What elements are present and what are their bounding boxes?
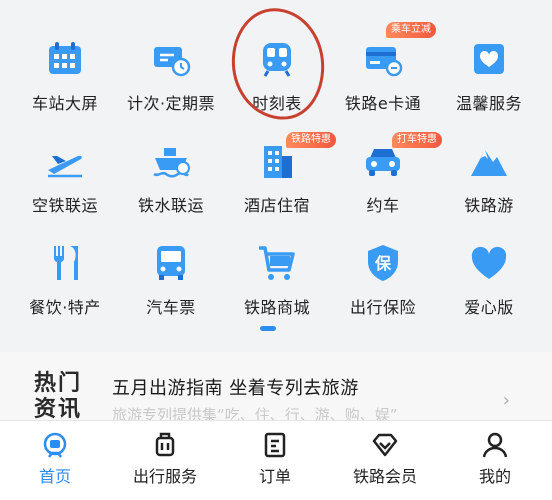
service-bus-ticket[interactable]: 汽车票 bbox=[116, 214, 226, 317]
promo-badge: 乘车立减 bbox=[386, 22, 436, 38]
service-label: 铁水联运 bbox=[137, 196, 204, 215]
tab-label: 首页 bbox=[38, 467, 71, 486]
tab-label: 出行服务 bbox=[132, 467, 197, 486]
service-rail-water[interactable]: 铁水联运 bbox=[116, 112, 226, 215]
tab-home[interactable]: 首页 bbox=[0, 421, 110, 500]
service-food[interactable]: 餐饮·特产 bbox=[10, 214, 120, 317]
service-label: 计次·定期票 bbox=[126, 94, 216, 113]
hotel-icon bbox=[256, 140, 298, 182]
service-label: 餐饮·特产 bbox=[29, 298, 101, 317]
service-label: 汽车票 bbox=[146, 298, 196, 317]
tab-mine[interactable]: 我的 bbox=[440, 421, 550, 500]
service-care[interactable]: 爱心版 bbox=[434, 214, 544, 317]
diamond-icon bbox=[371, 431, 399, 459]
service-label: 酒店住宿 bbox=[243, 196, 310, 215]
plane-icon bbox=[44, 140, 86, 182]
service-hotel[interactable]: 铁路特惠 酒店住宿 bbox=[222, 112, 336, 215]
service-insurance[interactable]: 保 出行保险 bbox=[328, 214, 438, 317]
service-label: 空铁联运 bbox=[31, 196, 98, 215]
news-title: 五月出游指南 坐着专列去旅游 bbox=[112, 378, 359, 399]
service-ride[interactable]: 打车特惠 约车 bbox=[328, 112, 442, 215]
cart-icon bbox=[256, 242, 298, 284]
shield-icon-text: 保 bbox=[374, 254, 392, 273]
service-air-rail[interactable]: 空铁联运 bbox=[10, 112, 120, 215]
service-station-screen[interactable]: 车站大屏 bbox=[10, 10, 120, 113]
ship-icon bbox=[150, 140, 192, 182]
tab-label: 铁路会员 bbox=[352, 467, 417, 486]
luggage-icon bbox=[151, 431, 179, 459]
train-icon bbox=[256, 38, 298, 80]
service-rail-tour[interactable]: 铁路游 bbox=[434, 112, 544, 215]
home-icon bbox=[41, 431, 69, 459]
tab-label: 我的 bbox=[478, 467, 511, 486]
fork-knife-icon bbox=[44, 242, 86, 284]
bottom-tab-bar: 首页 出行服务 订单 铁路会员 我的 bbox=[0, 420, 552, 500]
chevron-right-icon[interactable]: › bbox=[503, 390, 510, 411]
heart-box-icon bbox=[468, 38, 510, 80]
service-label: 时刻表 bbox=[252, 94, 302, 113]
service-label: 铁路e卡通 bbox=[344, 94, 422, 113]
service-label: 温馨服务 bbox=[455, 94, 522, 113]
card-icon bbox=[362, 38, 404, 80]
tab-orders[interactable]: 订单 bbox=[220, 421, 330, 500]
service-label: 爱心版 bbox=[464, 298, 514, 317]
tab-rail-member[interactable]: 铁路会员 bbox=[330, 421, 440, 500]
tab-travel-services[interactable]: 出行服务 bbox=[110, 421, 220, 500]
bus-icon bbox=[150, 242, 192, 284]
hot-news-logo: 热门资讯 bbox=[34, 370, 83, 422]
ticket-clock-icon bbox=[150, 38, 192, 80]
service-rail-mall[interactable]: 铁路商城 bbox=[222, 214, 332, 317]
service-grid: 车站大屏 计次·定期票 时刻表 乘车立减 铁路e卡通 温馨服务 空铁联运 铁水联… bbox=[0, 0, 552, 320]
user-icon bbox=[481, 431, 509, 459]
mountain-icon bbox=[468, 140, 510, 182]
shield-icon: 保 bbox=[362, 242, 404, 284]
page-indicator[interactable] bbox=[260, 326, 276, 331]
heart-icon bbox=[468, 242, 510, 284]
service-count-ticket[interactable]: 计次·定期票 bbox=[116, 10, 226, 113]
service-label: 铁路商城 bbox=[243, 298, 310, 317]
service-label: 约车 bbox=[366, 196, 400, 215]
service-warm[interactable]: 温馨服务 bbox=[434, 10, 544, 113]
service-label: 出行保险 bbox=[349, 298, 416, 317]
service-ecard[interactable]: 乘车立减 铁路e卡通 bbox=[328, 10, 438, 113]
service-timetable[interactable]: 时刻表 bbox=[222, 10, 332, 113]
service-label: 车站大屏 bbox=[31, 94, 98, 113]
service-label: 铁路游 bbox=[464, 196, 514, 215]
order-icon bbox=[261, 431, 289, 459]
tab-label: 订单 bbox=[258, 467, 291, 486]
car-icon bbox=[362, 140, 404, 182]
calendar-icon bbox=[44, 38, 86, 80]
